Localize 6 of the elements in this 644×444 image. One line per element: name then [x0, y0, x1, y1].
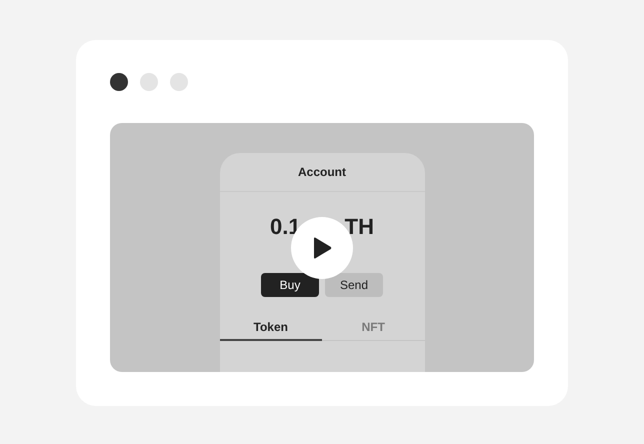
send-button[interactable]: Send: [325, 273, 383, 297]
buy-button[interactable]: Buy: [261, 273, 319, 297]
play-icon: [312, 236, 332, 258]
screen-title: Account: [220, 153, 424, 192]
tab[interactable]: Token: [220, 317, 322, 341]
balance-amount: TH: [344, 214, 374, 240]
